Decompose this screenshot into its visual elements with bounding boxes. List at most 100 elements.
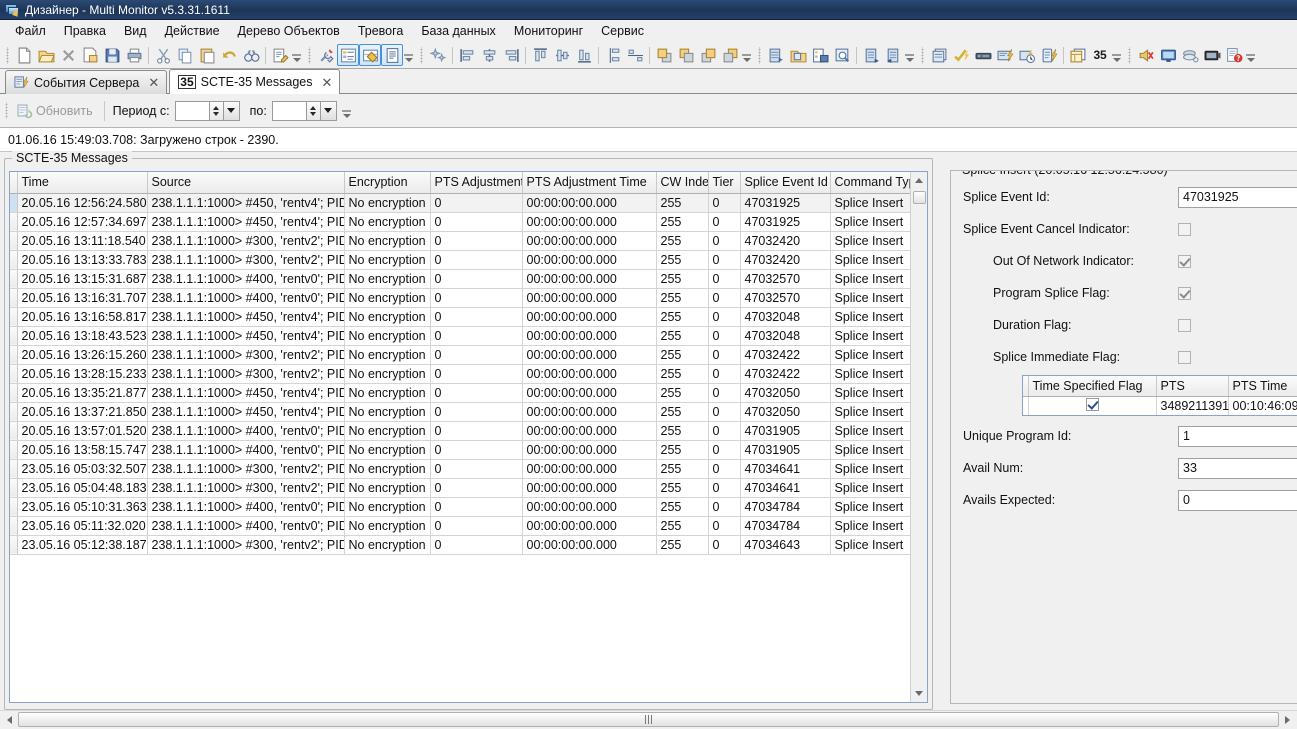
help-red-icon[interactable] (1223, 44, 1245, 66)
filter-overflow-button[interactable] (341, 101, 352, 121)
toolbar-grip[interactable] (757, 46, 763, 64)
row-header[interactable] (10, 231, 18, 251)
pts-column-pts[interactable]: PTS (1156, 376, 1229, 397)
row-header[interactable] (10, 364, 18, 384)
align-left-icon[interactable] (456, 44, 478, 66)
open-folder-icon[interactable] (35, 44, 57, 66)
table-row[interactable]: 20.05.16 13:13:33.783 238.1.1.1:1000> #30… (10, 250, 910, 270)
table-row[interactable]: 20.05.16 12:56:24.580 238.1.1.1:1000> #45… (10, 193, 910, 213)
video-capture-icon[interactable] (1201, 44, 1223, 66)
bring-forward-icon[interactable] (697, 44, 719, 66)
period-from-input[interactable] (174, 100, 209, 121)
paste-icon[interactable] (196, 44, 218, 66)
document-window-icon[interactable] (381, 44, 403, 66)
menu-item-view[interactable]: Вид (115, 22, 156, 40)
pts-time-specified-flag-cell[interactable] (1028, 396, 1157, 415)
program-splice-checkbox[interactable] (1178, 286, 1191, 300)
refresh-button[interactable]: Обновить (12, 100, 98, 122)
print-icon[interactable] (123, 44, 145, 66)
row-header[interactable] (10, 326, 18, 346)
row-header[interactable] (10, 383, 18, 403)
column-header-tier[interactable]: Tier (708, 172, 741, 194)
period-to-input[interactable] (271, 100, 306, 121)
table-row[interactable]: 20.05.16 13:28:15.233 238.1.1.1:1000> #30… (10, 364, 910, 384)
toolbar-grip[interactable] (1127, 46, 1133, 64)
row-header[interactable] (10, 421, 18, 441)
menu-item-alarm[interactable]: Тревога (349, 22, 413, 40)
period-from-spinner[interactable] (208, 100, 223, 121)
card-clock-icon[interactable] (1016, 44, 1038, 66)
toolbar-overflow-button[interactable] (1245, 45, 1256, 65)
toolbar-overflow-button[interactable] (741, 45, 752, 65)
column-header-command-type[interactable]: Command Type (830, 172, 910, 194)
table-row[interactable]: 23.05.16 05:11:32.020 238.1.1.1:1000> #40… (10, 516, 910, 536)
find-binoculars-icon[interactable] (240, 44, 262, 66)
table-row[interactable]: 23.05.16 05:04:48.183 238.1.1.1:1000> #30… (10, 478, 910, 498)
tools-wrench-icon[interactable] (315, 44, 337, 66)
pts-table-row[interactable]: 3489211391 00:10:46:09.015 (1023, 396, 1297, 415)
copy-icon[interactable] (174, 44, 196, 66)
bring-to-front-icon[interactable] (653, 44, 675, 66)
column-header-time[interactable]: Time (17, 172, 148, 194)
align-top-icon[interactable] (529, 44, 551, 66)
period-to-picker[interactable] (271, 100, 337, 121)
menu-item-service[interactable]: Сервис (592, 22, 653, 40)
delete-x-icon[interactable] (57, 44, 79, 66)
time-specified-flag-checkbox[interactable] (1085, 397, 1099, 411)
row-header[interactable] (10, 440, 18, 460)
table-row[interactable]: 20.05.16 13:16:58.817 238.1.1.1:1000> #45… (10, 307, 910, 327)
row-header[interactable] (10, 193, 18, 213)
db-import-icon[interactable] (860, 44, 882, 66)
table-row[interactable]: 20.05.16 13:18:43.523 238.1.1.1:1000> #45… (10, 326, 910, 346)
align-right-icon[interactable] (500, 44, 522, 66)
layers-icon[interactable] (1179, 44, 1201, 66)
space-horizontal-icon[interactable] (624, 44, 646, 66)
toolbar-grip[interactable] (5, 46, 11, 64)
splice-event-id-input[interactable]: 47031925 (1178, 186, 1297, 208)
toolbar-grip[interactable] (419, 46, 425, 64)
close-icon[interactable]: ✕ (321, 76, 332, 89)
menu-item-action[interactable]: Действие (156, 22, 229, 40)
splice-event-cancel-checkbox[interactable] (1178, 222, 1191, 236)
duration-flag-checkbox[interactable] (1178, 318, 1191, 332)
hscroll-left-arrow-icon[interactable] (1, 711, 18, 728)
pane-splitter[interactable] (938, 158, 941, 710)
out-of-network-checkbox[interactable] (1178, 254, 1191, 268)
splice-immediate-checkbox[interactable] (1178, 350, 1191, 364)
period-to-dropdown-icon[interactable] (319, 100, 337, 121)
column-header-splice-event-id[interactable]: Splice Event Id (740, 172, 831, 194)
align-bottom-icon[interactable] (573, 44, 595, 66)
align-center-h-icon[interactable] (478, 44, 500, 66)
table-row[interactable]: 20.05.16 12:57:34.697 238.1.1.1:1000> #45… (10, 212, 910, 232)
row-header[interactable] (10, 345, 18, 365)
pts-column-pts-time[interactable]: PTS Time (1228, 376, 1297, 397)
save-as-icon[interactable] (79, 44, 101, 66)
scte35-counter-icon[interactable]: 35 (1089, 44, 1111, 66)
period-from-picker[interactable] (174, 100, 240, 121)
table-row[interactable]: 20.05.16 13:35:21.877 238.1.1.1:1000> #45… (10, 383, 910, 403)
table-row[interactable]: 23.05.16 05:12:38.187 238.1.1.1:1000> #30… (10, 535, 910, 555)
table-view-icon[interactable] (1067, 44, 1089, 66)
row-header[interactable] (10, 497, 18, 517)
cut-scissors-icon[interactable] (152, 44, 174, 66)
module-lightning-icon[interactable] (1038, 44, 1060, 66)
db-search-icon[interactable] (831, 44, 853, 66)
row-header[interactable] (10, 535, 18, 555)
edit-properties-icon[interactable] (269, 44, 291, 66)
tab-scte35-messages[interactable]: 35 SCTE-35 Messages ✕ (169, 69, 341, 94)
toolbar-overflow-button[interactable] (403, 45, 414, 65)
mute-alarm-icon[interactable] (1135, 44, 1157, 66)
check-lightning-icon[interactable] (950, 44, 972, 66)
table-row[interactable]: 23.05.16 05:03:32.507 238.1.1.1:1000> #30… (10, 459, 910, 479)
scte35-messages-grid[interactable]: Time Source Encryption PTS Adjustment PT… (9, 171, 928, 703)
table-row[interactable]: 20.05.16 13:11:18.540 238.1.1.1:1000> #30… (10, 231, 910, 251)
period-to-spinner[interactable] (305, 100, 320, 121)
close-icon[interactable]: ✕ (148, 76, 159, 89)
avail-num-input[interactable]: 33 (1178, 457, 1297, 479)
table-row[interactable]: 20.05.16 13:26:15.260 238.1.1.1:1000> #30… (10, 345, 910, 365)
send-backward-icon[interactable] (719, 44, 741, 66)
scroll-up-arrow-icon[interactable] (911, 172, 928, 189)
column-header-source[interactable]: Source (147, 172, 345, 194)
menu-item-object-tree[interactable]: Дерево Объектов (229, 22, 349, 40)
tab-server-events[interactable]: События Сервера ✕ (5, 70, 168, 94)
